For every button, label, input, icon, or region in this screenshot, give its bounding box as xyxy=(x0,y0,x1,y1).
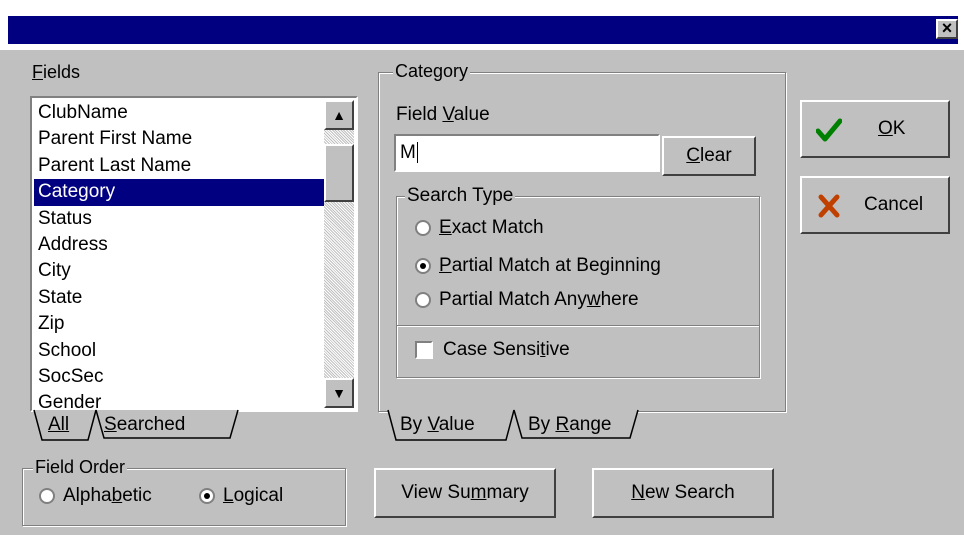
list-item[interactable]: School xyxy=(34,338,324,364)
view-summary-button[interactable]: View Summary xyxy=(374,468,556,518)
radio-partial-beginning[interactable]: Partial Match at Beginning xyxy=(415,255,661,277)
triangle-up-icon: ▲ xyxy=(332,107,346,123)
fields-list[interactable]: ClubName Parent First Name Parent Last Nam… xyxy=(34,100,324,417)
radio-partial-anywhere[interactable]: Partial Match Anywhere xyxy=(415,289,639,311)
search-type-label: Search Type xyxy=(405,185,516,207)
list-item[interactable]: State xyxy=(34,285,324,311)
list-item[interactable]: SocSec xyxy=(34,364,324,390)
radio-logical[interactable]: Logical xyxy=(199,485,283,507)
search-type-divider xyxy=(397,325,759,327)
cancel-button[interactable]: Cancel xyxy=(800,176,950,234)
radio-alphabetic-circle[interactable] xyxy=(39,487,55,504)
radio-partial-beginning-circle[interactable] xyxy=(415,257,431,274)
fields-scrollbar[interactable]: ▲ ▼ xyxy=(324,100,354,408)
list-item[interactable]: Status xyxy=(34,206,324,232)
list-item[interactable]: Zip xyxy=(34,311,324,337)
field-value-input[interactable]: M xyxy=(394,134,660,172)
ok-label: OK xyxy=(878,118,906,139)
tab-searched[interactable]: Searched xyxy=(104,414,185,436)
fields-listbox[interactable]: ClubName Parent First Name Parent Last Nam… xyxy=(30,96,358,413)
list-item[interactable]: Parent Last Name xyxy=(34,153,324,179)
field-value-label: Field Value xyxy=(396,104,490,125)
radio-logical-circle[interactable] xyxy=(199,487,215,504)
close-button[interactable]: × xyxy=(936,19,958,39)
cancel-label: Cancel xyxy=(864,194,924,215)
fields-label: Fields xyxy=(32,62,81,82)
case-sensitive-checkbox[interactable]: Case Sensitive xyxy=(415,339,570,361)
radio-partial-anywhere-circle[interactable] xyxy=(415,291,431,308)
tab-all[interactable]: All xyxy=(48,414,69,436)
field-order-group: Field Order Alphabetic Logical xyxy=(22,457,346,526)
title-bar: × xyxy=(0,0,964,50)
tab-by-value[interactable]: By Value xyxy=(400,414,475,436)
field-order-label: Field Order xyxy=(33,457,128,478)
radio-alphabetic[interactable]: Alphabetic xyxy=(39,485,152,507)
list-item[interactable]: ClubName xyxy=(34,100,324,126)
list-item[interactable]: Category xyxy=(34,179,324,206)
scroll-up-button[interactable]: ▲ xyxy=(324,100,354,130)
text-cursor xyxy=(416,142,418,163)
red-x-icon xyxy=(818,194,840,218)
field-value-text: M xyxy=(400,142,416,163)
list-item[interactable]: Address xyxy=(34,232,324,258)
triangle-down-icon: ▼ xyxy=(332,385,346,401)
ok-button[interactable]: OK xyxy=(800,100,950,158)
list-item[interactable]: City xyxy=(34,258,324,284)
case-sensitive-box[interactable] xyxy=(415,340,433,359)
search-type-group: Search Type Exact Match Partial Match at… xyxy=(396,185,760,378)
clear-button[interactable]: Clear xyxy=(662,136,756,176)
category-group-label: Category xyxy=(393,61,471,82)
radio-exact-match[interactable]: Exact Match xyxy=(415,217,544,239)
scroll-down-button[interactable]: ▼ xyxy=(324,378,354,408)
tab-by-range[interactable]: By Range xyxy=(528,414,611,436)
radio-exact-match-circle[interactable] xyxy=(415,219,431,236)
scroll-thumb[interactable] xyxy=(324,144,354,202)
new-search-button[interactable]: New Search xyxy=(592,468,774,518)
list-item[interactable]: Parent First Name xyxy=(34,126,324,152)
green-check-icon xyxy=(816,118,842,142)
title-bar-fill xyxy=(8,16,958,44)
